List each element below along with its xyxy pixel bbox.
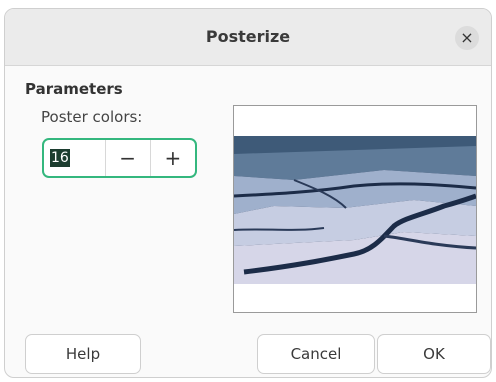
ok-button[interactable]: OK <box>377 334 491 374</box>
preview-frame <box>233 105 477 313</box>
posterize-dialog: Posterize × Parameters Poster colors: 16… <box>4 8 492 378</box>
close-button[interactable]: × <box>455 26 479 50</box>
increment-button[interactable]: + <box>149 140 195 176</box>
dialog-title: Posterize <box>205 27 291 46</box>
help-button[interactable]: Help <box>25 334 141 374</box>
poster-colors-input[interactable]: 16 <box>44 140 105 176</box>
poster-colors-stepper: 16 − + <box>42 138 197 178</box>
cancel-button[interactable]: Cancel <box>257 334 375 374</box>
parameters-heading: Parameters <box>25 80 123 98</box>
titlebar: Posterize × <box>5 9 491 66</box>
close-icon: × <box>460 28 474 47</box>
preview-image <box>234 136 476 284</box>
decrement-button[interactable]: − <box>104 140 150 176</box>
poster-colors-value: 16 <box>50 149 70 167</box>
poster-colors-label: Poster colors: <box>41 108 143 126</box>
